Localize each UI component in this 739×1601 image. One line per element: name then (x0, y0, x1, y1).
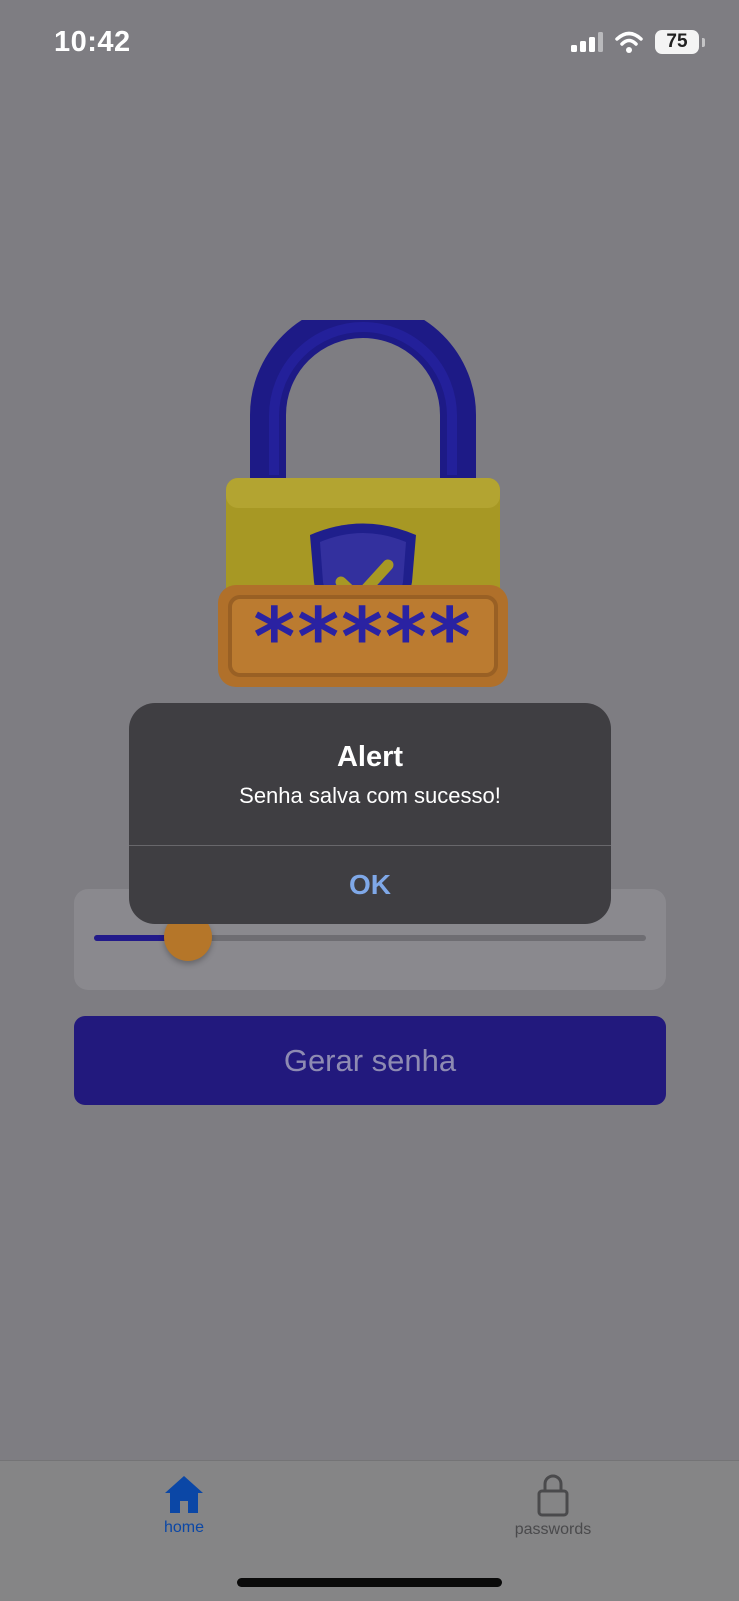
tab-home-label: home (163, 1519, 205, 1536)
status-bar: 10:42 75 (0, 0, 739, 90)
tab-passwords[interactable]: passwords (473, 1473, 633, 1563)
tab-passwords-label: passwords (514, 1521, 592, 1538)
lock-icon (537, 1474, 569, 1517)
generate-password-button[interactable]: Gerar senha (74, 1016, 666, 1105)
wifi-icon (615, 31, 643, 53)
status-time: 10:42 (54, 26, 131, 58)
status-icons: 75 (571, 30, 705, 54)
battery-level: 75 (666, 31, 688, 52)
tab-home[interactable]: home (104, 1473, 264, 1563)
alert-message: Senha salva com sucesso! (239, 783, 501, 808)
alert-ok-button[interactable]: OK (129, 846, 611, 924)
home-icon (165, 1476, 203, 1513)
home-indicator (237, 1578, 502, 1587)
padlock-password-icon: ***** (218, 320, 508, 687)
battery-icon: 75 (655, 30, 705, 54)
alert-dialog: Alert Senha salva com sucesso! OK (129, 703, 611, 924)
alert-title: Alert (336, 741, 404, 773)
signal-icon (571, 32, 603, 52)
masked-password-text: ***** (253, 591, 472, 684)
